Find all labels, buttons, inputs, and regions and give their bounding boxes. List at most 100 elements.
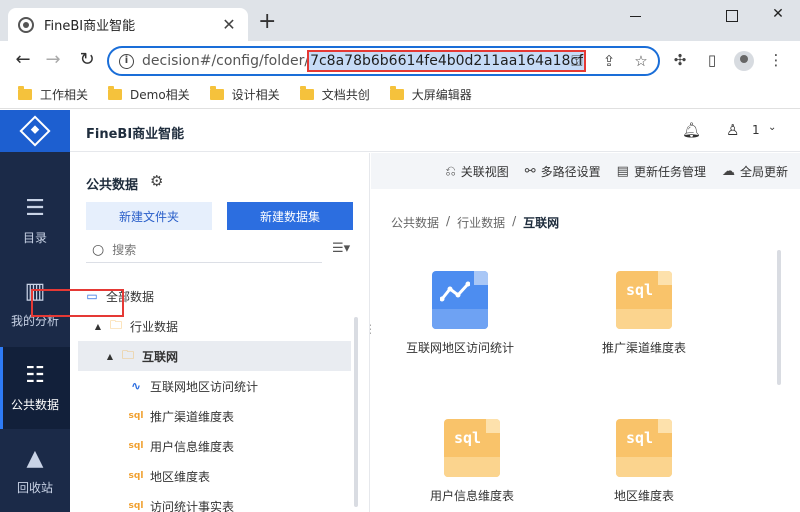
notification-bell-icon[interactable]: 🔔︎ (682, 121, 701, 139)
side-panel-icon[interactable]: ▯ (702, 51, 722, 71)
line-chart-icon: ∿ (130, 379, 142, 393)
update-task-button[interactable]: ▤ 更新任务管理 (617, 163, 706, 180)
app-logo[interactable] (0, 110, 70, 152)
window-close-button[interactable]: ✕ (768, 6, 788, 22)
folder-icon (299, 85, 314, 100)
breadcrumb-item[interactable]: 行业数据 (457, 214, 505, 231)
user-icon[interactable]: ♙ (726, 121, 739, 139)
gear-icon[interactable]: ⚙ (150, 172, 163, 190)
tree-item-dataset[interactable]: sql 推广渠道维度表 (78, 401, 351, 431)
finebi-logo-icon (19, 115, 51, 147)
dataset-card[interactable]: sql 地区维度表 (569, 419, 719, 512)
bookmark-star-icon[interactable]: ☆ (632, 52, 650, 70)
multipath-icon: ⚯ (524, 163, 536, 179)
tab-favicon-icon (18, 16, 34, 33)
search-input[interactable] (112, 242, 303, 257)
sql-table-icon: sql (444, 419, 500, 477)
sql-table-icon: sql (616, 419, 672, 477)
card-label: 推广渠道维度表 (601, 341, 686, 355)
tab-close-icon[interactable]: ✕ (220, 15, 238, 34)
tab-title: FineBI商业智能 (44, 19, 136, 34)
bookmark-item[interactable]: Demo相关 (108, 85, 190, 103)
action-bar: ⎌ 关联视图 ⚯ 多路径设置 ▤ 更新任务管理 ☁ 全局更新 (371, 153, 800, 189)
user-name[interactable]: 1 (752, 123, 760, 137)
browser-tabstrip: FineBI商业智能 ✕ + ✕ (0, 0, 800, 41)
nav-item-public-data[interactable]: ☷ 公共数据 (0, 347, 70, 429)
card-label: 互联网地区访问统计 (405, 341, 514, 355)
folder-icon (18, 85, 32, 100)
profile-avatar[interactable] (734, 51, 754, 71)
search-icon: ○ (92, 241, 105, 258)
recycle-bin-icon: ▲ (26, 445, 44, 471)
folder-open-icon: 🗀︎ (121, 347, 134, 362)
app-header: FineBI商业智能 🔔︎ ♙ 1 ⌄ (70, 110, 800, 152)
dataset-card[interactable]: 互联网地区访问统计 (385, 271, 535, 381)
public-data-icon: ☷ (25, 362, 45, 388)
tree-item-dataset[interactable]: sql 访问统计事实表 (78, 491, 351, 512)
related-view-button[interactable]: ⎌ 关联视图 (445, 163, 508, 180)
folder-icon (209, 85, 224, 100)
breadcrumb-current: 互联网 (523, 216, 560, 230)
global-update-button[interactable]: ☁ 全局更新 (722, 163, 788, 180)
caret-down-icon[interactable]: ▲ (104, 352, 116, 361)
extensions-icon[interactable]: ✣ (670, 51, 690, 71)
browser-menu-icon[interactable]: ⋮ (766, 51, 786, 71)
cloud-refresh-icon: ☁ (721, 163, 735, 179)
new-dataset-button[interactable]: 新建数据集 (227, 202, 353, 230)
finebi-app: ☰ 目录 ▥ 我的分析 ☷ 公共数据 ▲ 回收站 FineBI商业智能 🔔︎ ♙… (0, 110, 800, 512)
tree-item-dataset[interactable]: ∿ 互联网地区访问统计 (78, 371, 351, 401)
relation-icon: ⎌ (445, 163, 456, 179)
chevron-down-icon[interactable]: ⌄ (768, 122, 776, 133)
new-folder-button[interactable]: 新建文件夹 (86, 202, 212, 230)
breadcrumb: 公共数据 / 行业数据 / 互联网 (391, 214, 559, 231)
content-scrollbar[interactable] (777, 250, 781, 385)
address-bar[interactable]: i decision#/config/folder/ 7c8a78b6b6614… (107, 46, 660, 76)
bookmark-item[interactable]: 文档共创 (299, 85, 370, 103)
key-icon[interactable]: ⚿ (568, 52, 586, 70)
filter-sort-icon[interactable]: ☰▾ (332, 241, 350, 256)
dataset-card[interactable]: sql 推广渠道维度表 (569, 271, 719, 381)
browser-toolbar: ← → ↻ i decision#/config/folder/ 7c8a78b… (0, 41, 800, 80)
tree-item-folder-selected[interactable]: ▲ 🗀︎ 互联网 (78, 341, 351, 371)
app-title: FineBI商业智能 (86, 127, 185, 142)
browser-tab[interactable]: FineBI商业智能 ✕ (8, 8, 248, 41)
tree-scrollbar[interactable] (354, 317, 358, 507)
back-arrow-icon[interactable]: ← (12, 50, 34, 70)
url-folder-id[interactable]: 7c8a78b6b6614fe4b0d211aa164a18cf (307, 50, 587, 72)
breadcrumb-separator: / (512, 214, 517, 228)
search-box: ○ (86, 237, 322, 263)
site-info-icon[interactable]: i (119, 53, 134, 69)
sql-icon: sql (128, 471, 144, 481)
bookmark-item[interactable]: 设计相关 (209, 85, 280, 103)
selection-highlight-frame (31, 289, 124, 317)
folder-open-icon: 🗀︎ (109, 317, 122, 332)
nav-item-recycle-bin[interactable]: ▲ 回收站 (0, 430, 70, 512)
tree-item-dataset[interactable]: sql 用户信息维度表 (78, 431, 351, 461)
sql-table-icon: sql (616, 271, 672, 329)
bookmark-item[interactable]: 大屏编辑器 (389, 85, 472, 103)
sql-icon: sql (128, 411, 144, 421)
data-tree-panel: 公共数据 ⚙ 新建文件夹 新建数据集 ○ ☰▾ ▭ 全部数据 ▲ 🗀︎ 行业数据… (70, 153, 370, 512)
folder-icon (389, 85, 404, 100)
dataset-card[interactable]: sql 用户信息维度表 (397, 419, 547, 512)
bookmark-item[interactable]: 工作相关 (18, 85, 88, 103)
reload-icon[interactable]: ↻ (76, 50, 98, 70)
breadcrumb-item[interactable]: 公共数据 (391, 214, 439, 231)
caret-down-icon[interactable]: ▲ (92, 322, 104, 331)
nav-item-catalog[interactable]: ☰ 目录 (0, 180, 70, 262)
share-icon[interactable]: ⇪ (600, 52, 618, 70)
forward-arrow-icon[interactable]: → (42, 50, 64, 70)
catalog-icon: ☰ (25, 195, 45, 221)
card-label: 地区维度表 (613, 489, 674, 503)
folder-icon (108, 85, 123, 100)
card-label: 用户信息维度表 (429, 489, 514, 503)
breadcrumb-separator: / (446, 214, 451, 228)
multipath-settings-button[interactable]: ⚯ 多路径设置 (525, 163, 601, 180)
content-area: ⎌ 关联视图 ⚯ 多路径设置 ▤ 更新任务管理 ☁ 全局更新 公共数据 / 行业数据 /… (371, 153, 800, 512)
sql-icon: sql (128, 441, 144, 451)
task-icon: ▤ (616, 163, 629, 179)
tree-item-dataset[interactable]: sql 地区维度表 (78, 461, 351, 491)
panel-title: 公共数据 (86, 178, 139, 193)
new-tab-button[interactable]: + (258, 11, 276, 33)
url-prefix: decision#/config/folder/ (142, 53, 310, 69)
